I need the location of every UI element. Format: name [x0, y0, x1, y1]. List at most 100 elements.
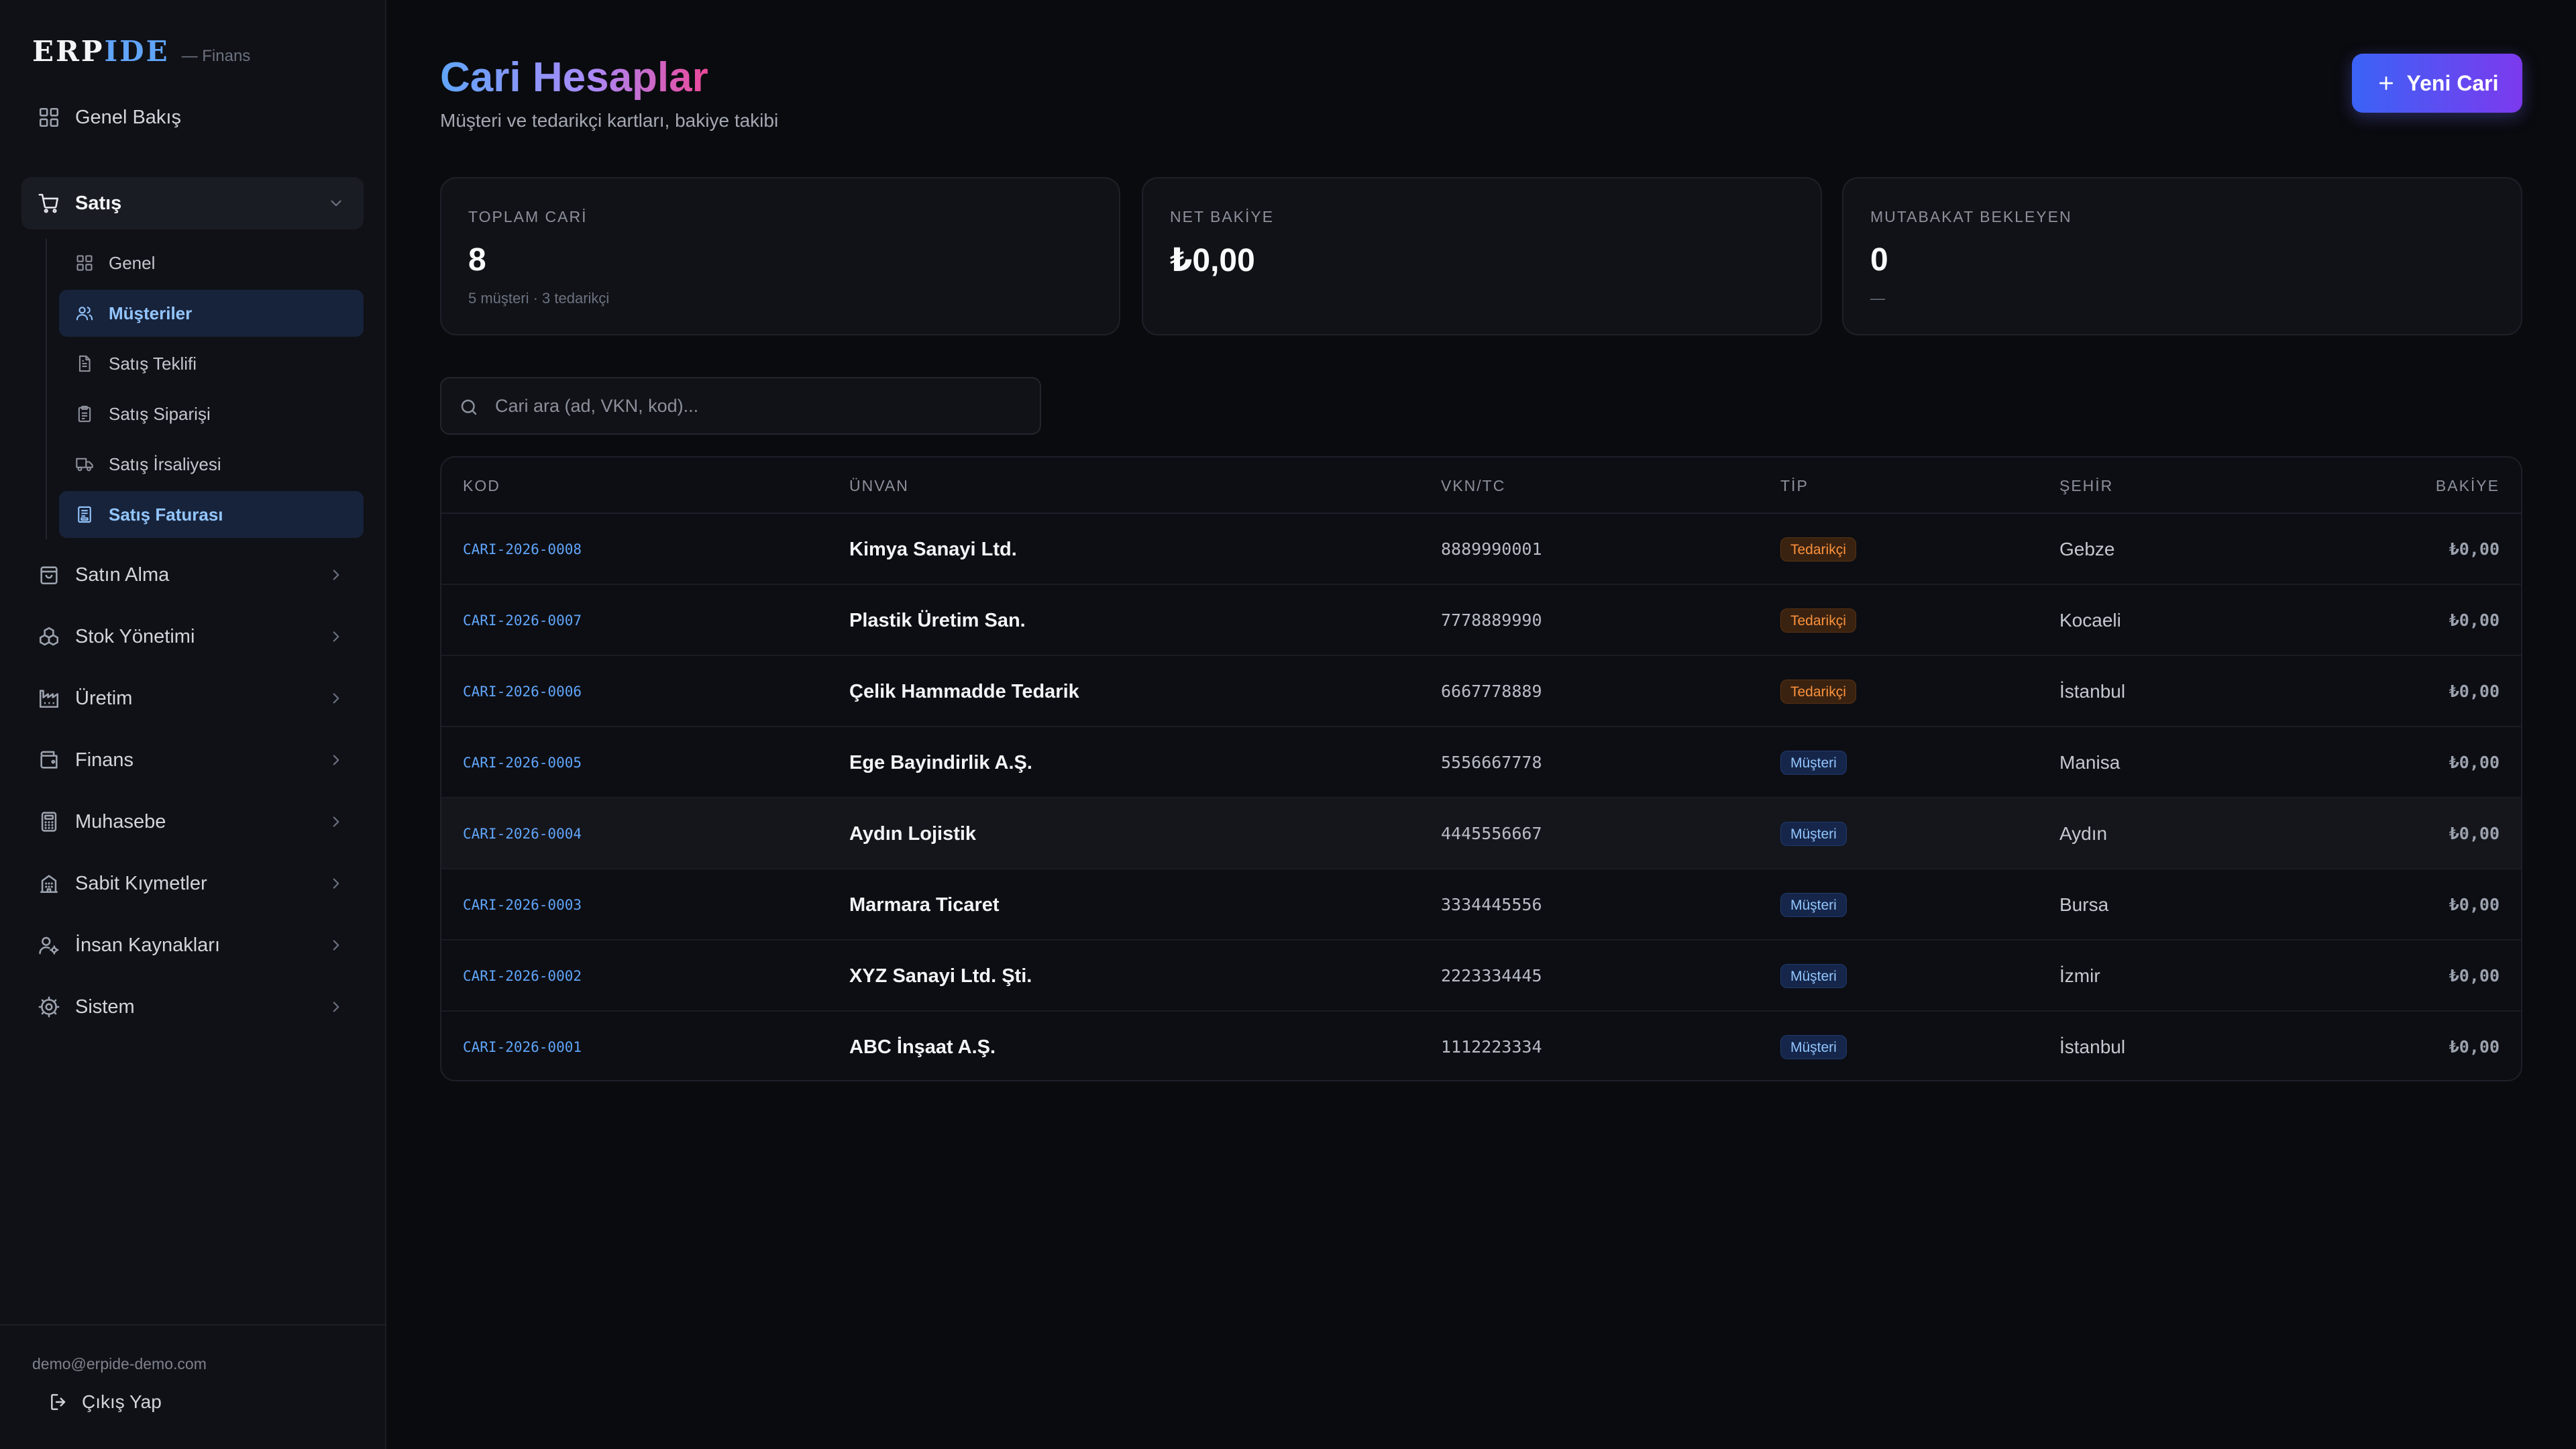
stat-label: TOPLAM CARİ — [468, 208, 588, 225]
sidebar: ERPIDE — Finans Genel Bakış Satış Genel … — [0, 0, 386, 1449]
table-row[interactable]: CARI-2026-0007 Plastik Üretim San. 77788… — [441, 585, 2521, 656]
sidebar-item-purchasing[interactable]: Satın Alma — [21, 549, 364, 601]
account-code-link[interactable]: CARI-2026-0001 — [463, 1012, 582, 1080]
shopping-bag-icon — [38, 564, 60, 586]
sidebar-item-label: Sistem — [75, 996, 135, 1018]
new-account-button[interactable]: Yeni Cari — [2352, 54, 2522, 113]
plus-icon — [2376, 73, 2396, 93]
chevron-right-icon — [327, 998, 345, 1016]
sidebar-subitem-general[interactable]: Genel — [59, 239, 364, 286]
stat-card-net-balance: NET BAKİYE ₺0,00 — [1142, 177, 1822, 335]
sidebar-subitem-sales-quote[interactable]: Satış Teklifi — [59, 340, 364, 387]
balance: ₺0,00 — [2449, 824, 2500, 843]
table-row[interactable]: CARI-2026-0003 Marmara Ticaret 333444555… — [441, 869, 2521, 941]
accounts-table: KOD ÜNVAN VKN/TC TİP ŞEHİR BAKİYE CARI-2… — [440, 456, 2522, 1081]
sidebar-item-label: Satın Alma — [75, 564, 170, 586]
column-header-city[interactable]: ŞEHİR — [2059, 458, 2113, 514]
account-code-link[interactable]: CARI-2026-0003 — [463, 869, 582, 941]
stat-label: NET BAKİYE — [1170, 208, 1275, 225]
account-code-link[interactable]: CARI-2026-0008 — [463, 514, 582, 585]
city: Kocaeli — [2059, 610, 2121, 631]
account-title: Plastik Üretim San. — [849, 610, 1026, 631]
page-subtitle: Müşteri ve tedarikçi kartları, bakiye ta… — [440, 110, 779, 131]
city: Manisa — [2059, 752, 2121, 773]
sidebar-item-system[interactable]: Sistem — [21, 981, 364, 1033]
table-row[interactable]: CARI-2026-0004 Aydın Lojistik 4445556667… — [441, 798, 2521, 869]
stat-value: 0 — [1870, 242, 1888, 278]
sidebar-item-accounting[interactable]: Muhasebe — [21, 796, 364, 848]
logout-button[interactable]: Çıkış Yap — [48, 1391, 162, 1413]
balance: ₺0,00 — [2449, 1037, 2500, 1057]
account-code-link[interactable]: CARI-2026-0002 — [463, 941, 582, 1012]
sidebar-item-finance[interactable]: Finans — [21, 734, 364, 786]
sidebar-subitem-delivery-note[interactable]: Satış İrsaliyesi — [59, 441, 364, 488]
city: İstanbul — [2059, 681, 2126, 702]
new-account-label: Yeni Cari — [2406, 70, 2499, 95]
brand-logo: ERPIDE — [32, 35, 170, 68]
type-badge: Tedarikçi — [1780, 679, 1856, 704]
column-header-type[interactable]: TİP — [1780, 458, 1809, 514]
table-row[interactable]: CARI-2026-0005 Ege Bayindirlik A.Ş. 5556… — [441, 727, 2521, 798]
sidebar-item-inventory[interactable]: Stok Yönetimi — [21, 610, 364, 663]
table-row[interactable]: CARI-2026-0008 Kimya Sanayi Ltd. 8889990… — [441, 514, 2521, 585]
sidebar-footer: demo@erpide-demo.com Çıkış Yap — [0, 1324, 386, 1449]
type-cell: Müşteri — [1780, 798, 1847, 869]
tax-id: 5556667778 — [1441, 753, 1542, 772]
sidebar-subitem-label: Müşteriler — [109, 303, 193, 323]
wallet-icon — [38, 749, 60, 771]
balance: ₺0,00 — [2449, 539, 2500, 559]
column-header-title[interactable]: ÜNVAN — [849, 458, 909, 514]
column-header-tax-id[interactable]: VKN/TC — [1441, 458, 1505, 514]
chevron-right-icon — [327, 813, 345, 830]
balance: ₺0,00 — [2449, 966, 2500, 985]
factory-icon — [38, 687, 60, 710]
tax-id: 6667778889 — [1441, 682, 1542, 701]
brand[interactable]: ERPIDE — Finans — [32, 35, 250, 68]
city: Aydın — [2059, 823, 2108, 844]
stat-note: 5 müşteri · 3 tedarikçi — [468, 290, 610, 307]
sidebar-item-production[interactable]: Üretim — [21, 672, 364, 724]
search-icon — [459, 397, 479, 417]
stat-value: 8 — [468, 242, 486, 278]
sidebar-subitem-sales-order[interactable]: Satış Siparişi — [59, 390, 364, 437]
cart-icon — [38, 192, 60, 215]
balance: ₺0,00 — [2449, 753, 2500, 772]
grid-icon — [75, 254, 94, 272]
truck-icon — [75, 455, 94, 474]
grid-icon — [38, 106, 60, 129]
table-row[interactable]: CARI-2026-0006 Çelik Hammadde Tedarik 66… — [441, 656, 2521, 727]
sidebar-item-fixed-assets[interactable]: Sabit Kıymetler — [21, 857, 364, 910]
sidebar-item-label: Muhasebe — [75, 810, 166, 833]
account-code-link[interactable]: CARI-2026-0005 — [463, 727, 582, 798]
account-title: ABC İnşaat A.Ş. — [849, 1036, 996, 1058]
column-header-code[interactable]: KOD — [463, 458, 500, 514]
receipt-icon — [75, 505, 94, 524]
users-icon — [75, 304, 94, 323]
type-cell: Müşteri — [1780, 1012, 1847, 1080]
table-row[interactable]: CARI-2026-0001 ABC İnşaat A.Ş. 111222333… — [441, 1012, 2521, 1080]
sidebar-subitem-label: Satış İrsaliyesi — [109, 453, 221, 474]
sidebar-subitem-customers[interactable]: Müşteriler — [59, 290, 364, 337]
type-cell: Tedarikçi — [1780, 585, 1856, 656]
sidebar-item-label: Stok Yönetimi — [75, 625, 195, 647]
type-badge: Tedarikçi — [1780, 537, 1856, 561]
sidebar-subitem-label: Satış Siparişi — [109, 403, 211, 424]
logout-icon — [48, 1391, 70, 1413]
account-code-link[interactable]: CARI-2026-0007 — [463, 585, 582, 656]
search-input[interactable] — [495, 378, 1025, 433]
balance: ₺0,00 — [2449, 610, 2500, 630]
chevron-right-icon — [327, 628, 345, 645]
sidebar-item-overview[interactable]: Genel Bakış — [21, 91, 364, 144]
document-icon — [75, 354, 94, 373]
account-code-link[interactable]: CARI-2026-0006 — [463, 656, 582, 727]
sidebar-subitem-sales-invoice[interactable]: Satış Faturası — [59, 491, 364, 538]
sidebar-item-sales[interactable]: Satış — [21, 177, 364, 229]
column-header-balance[interactable]: BAKİYE — [2436, 458, 2500, 514]
sidebar-item-human-resources[interactable]: İnsan Kaynakları — [21, 919, 364, 971]
table-row[interactable]: CARI-2026-0002 XYZ Sanayi Ltd. Şti. 2223… — [441, 941, 2521, 1012]
city: İzmir — [2059, 965, 2100, 986]
search-box — [440, 377, 1041, 435]
settings-icon — [38, 996, 60, 1018]
account-code-link[interactable]: CARI-2026-0004 — [463, 798, 582, 869]
balance: ₺0,00 — [2449, 682, 2500, 701]
